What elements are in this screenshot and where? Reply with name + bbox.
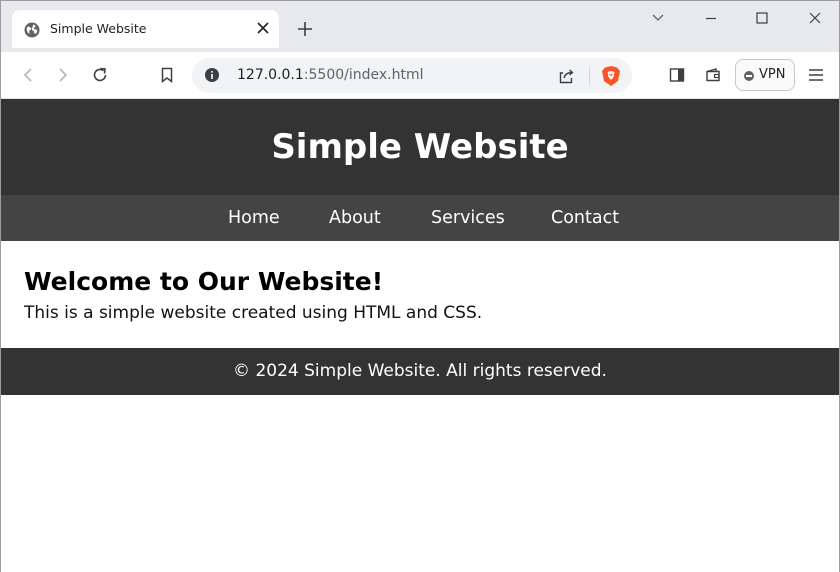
reload-icon[interactable] — [91, 66, 109, 84]
page-viewport: Simple Website Home About Services Conta… — [1, 99, 839, 572]
tab-search-icon[interactable] — [650, 10, 666, 26]
maximize-icon[interactable] — [754, 10, 770, 26]
url-host: 127.0.0.1 — [237, 67, 304, 83]
vpn-button[interactable]: VPN — [735, 59, 795, 91]
address-bar-divider — [589, 67, 590, 85]
footer-text: © 2024 Simple Website. All rights reserv… — [233, 361, 607, 381]
close-window-icon[interactable] — [807, 10, 823, 26]
url-path: :5500/index.html — [303, 67, 424, 83]
sidebar-icon[interactable] — [668, 66, 686, 84]
site-header: Simple Website — [1, 99, 839, 195]
main-section: Welcome to Our Website! This is a simple… — [1, 241, 839, 348]
vpn-status-icon — [744, 71, 754, 81]
new-tab-icon[interactable] — [296, 20, 314, 38]
welcome-heading: Welcome to Our Website! — [24, 267, 384, 296]
bookmark-icon[interactable] — [158, 66, 176, 84]
tab-title: Simple Website — [50, 21, 147, 36]
menu-icon[interactable] — [807, 66, 825, 84]
address-bar[interactable]: 127.0.0.1:5500/index.html — [192, 58, 632, 93]
site-footer: © 2024 Simple Website. All rights reserv… — [1, 348, 839, 395]
site-info-icon[interactable] — [204, 67, 220, 83]
site-nav: Home About Services Contact — [1, 195, 839, 241]
welcome-text: This is a simple website created using H… — [24, 303, 483, 323]
nav-link-contact[interactable]: Contact — [551, 206, 619, 230]
nav-link-services[interactable]: Services — [431, 206, 505, 230]
vpn-label: VPN — [759, 67, 786, 82]
forward-arrow-icon[interactable] — [54, 66, 72, 84]
browser-titlebar: Simple Website — [1, 1, 839, 52]
close-tab-icon[interactable] — [256, 21, 270, 35]
back-arrow-icon[interactable] — [19, 66, 37, 84]
site-title: Simple Website — [271, 127, 569, 167]
url-text[interactable]: 127.0.0.1:5500/index.html — [237, 67, 424, 83]
share-icon[interactable] — [557, 67, 575, 85]
minimize-icon[interactable] — [703, 10, 719, 26]
nav-link-home[interactable]: Home — [228, 206, 280, 230]
browser-toolbar: 127.0.0.1:5500/index.html VPN — [1, 52, 839, 99]
nav-link-about[interactable]: About — [329, 206, 381, 230]
browser-tab[interactable]: Simple Website — [12, 10, 279, 48]
brave-shields-icon[interactable] — [601, 65, 621, 87]
wallet-icon[interactable] — [704, 66, 722, 84]
globe-icon — [24, 22, 40, 38]
